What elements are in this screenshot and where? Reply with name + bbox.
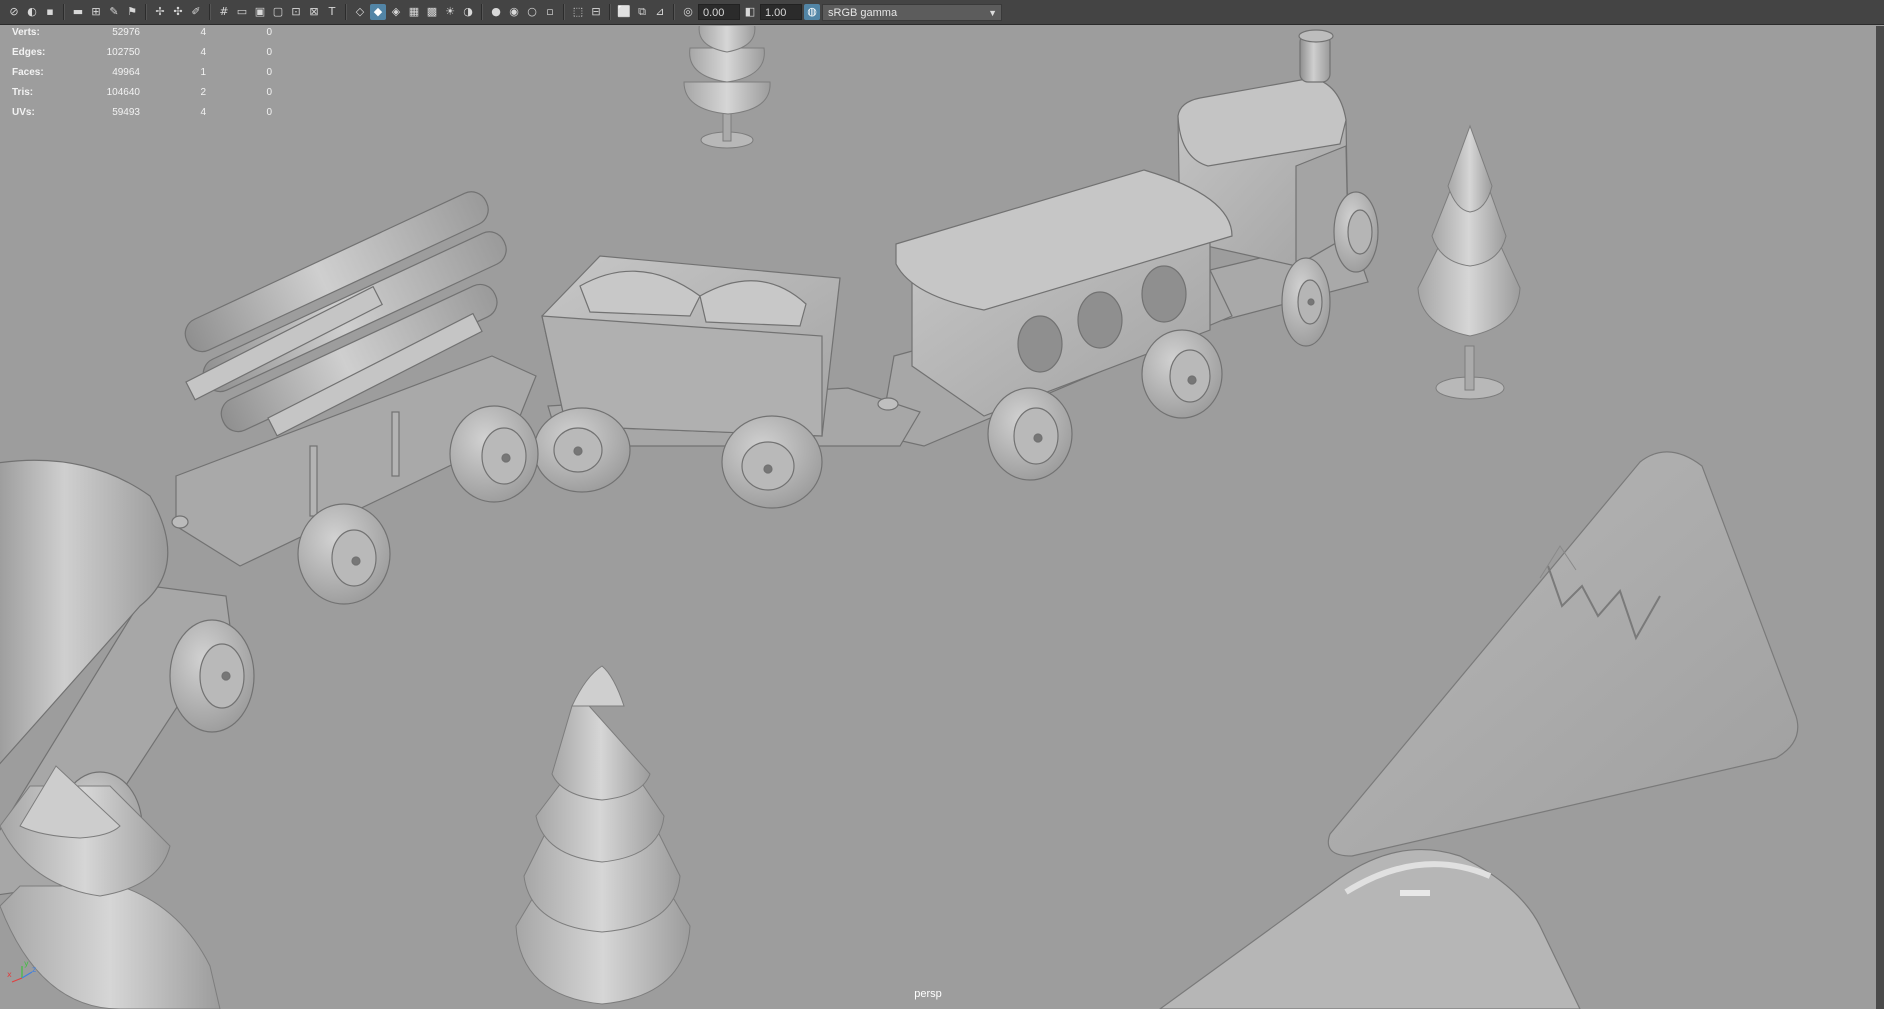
log-car-model[interactable] — [175, 187, 539, 605]
axis-gizmo-icon: x y z — [7, 959, 36, 983]
tree-model[interactable] — [515, 665, 691, 1005]
multisample-aa-icon[interactable]: ○ — [524, 4, 540, 20]
exposure-field[interactable]: 0.00 — [698, 4, 740, 20]
tree-model[interactable] — [683, 26, 771, 149]
camera-attributes-icon[interactable]: ◐ — [24, 4, 40, 20]
hud-verts-selected: 4 — [200, 27, 206, 38]
hud-uvs-total: 59493 — [112, 107, 140, 118]
wireframe-on-shaded-icon[interactable]: ◈ — [388, 4, 404, 20]
view-transform-dropdown[interactable]: sRGB gamma ▼ — [822, 3, 1002, 21]
toolbar-divider — [563, 4, 565, 20]
toolbar-divider — [345, 4, 347, 20]
hopper-car-model[interactable] — [533, 255, 921, 509]
table-row: Verts: 52976 4 0 — [12, 27, 272, 47]
viewport-side-edge — [1876, 26, 1884, 1009]
hud-tris-selected: 2 — [200, 87, 206, 98]
safe-action-icon[interactable]: ⊠ — [306, 4, 322, 20]
camera-name-label: persp — [914, 988, 942, 1000]
axis-x-label: x — [7, 970, 12, 979]
gamma-field[interactable]: 1.00 — [760, 4, 802, 20]
table-row: Tris: 104640 2 0 — [12, 87, 272, 107]
rotate-tool-icon[interactable]: ✣ — [170, 4, 186, 20]
isolate-select-icon[interactable]: ⬚ — [570, 4, 586, 20]
hud-edges-selected: 4 — [200, 47, 206, 58]
image-plane-icon[interactable]: ▬ — [70, 4, 86, 20]
toolbar-divider — [673, 4, 675, 20]
film-gate-icon[interactable]: ▭ — [234, 4, 250, 20]
move-tool-icon[interactable]: ✢ — [152, 4, 168, 20]
shadows-icon[interactable]: ◑ — [460, 4, 476, 20]
xray-icon[interactable]: ▩ — [424, 4, 440, 20]
two-d-pan-zoom-icon[interactable]: ⊞ — [88, 4, 104, 20]
hud-uvs-other: 0 — [266, 107, 272, 118]
toolbar-divider — [609, 4, 611, 20]
table-row: Faces: 49964 1 0 — [12, 67, 272, 87]
hud-faces-total: 49964 — [112, 67, 140, 78]
poly-count-table: Verts: 52976 4 0 Edges: 102750 4 0 Faces… — [12, 27, 272, 127]
scene-render — [0, 26, 1799, 1009]
grease-pencil-icon[interactable]: ✎ — [106, 4, 122, 20]
resolution-gate-icon[interactable]: ▣ — [252, 4, 268, 20]
perspective-viewport[interactable] — [0, 26, 1876, 1009]
poly-count-hud: Verts: 52976 4 0 Edges: 102750 4 0 Faces… — [12, 27, 272, 127]
bookmark-icon[interactable]: ▪ — [42, 4, 58, 20]
safe-title-icon[interactable]: T — [324, 4, 340, 20]
gamma-icon[interactable]: ◧ — [742, 4, 758, 20]
hud-verts-other: 0 — [266, 27, 272, 38]
hud-uvs-label: UVs: — [12, 107, 35, 118]
frame-all-icon[interactable]: ⧉ — [634, 4, 650, 20]
axis-z-label: z — [32, 965, 36, 974]
hud-verts-total: 52976 — [112, 27, 140, 38]
hud-tris-other: 0 — [266, 87, 272, 98]
screen-space-ao-icon[interactable]: ● — [488, 4, 504, 20]
hud-uvs-selected: 4 — [200, 107, 206, 118]
paint-tool-icon[interactable]: ✐ — [188, 4, 204, 20]
view-transform-value: sRGB gamma — [828, 6, 898, 19]
flag-icon[interactable]: ⚑ — [124, 4, 140, 20]
chevron-down-icon: ▼ — [988, 7, 997, 18]
mountain-model[interactable] — [1327, 451, 1799, 857]
viewport-toolbar: ⊘ ◐ ▪ ▬ ⊞ ✎ ⚑ ✢ ✣ ✐ # ▭ ▣ ▢ ⊡ ⊠ T ◇ ◆ ◈ … — [0, 0, 1884, 25]
table-row: UVs: 59493 4 0 — [12, 107, 272, 127]
field-chart-icon[interactable]: ⊡ — [288, 4, 304, 20]
table-row: Edges: 102750 4 0 — [12, 47, 272, 67]
axis-y-label: y — [24, 959, 29, 968]
frame-selection-icon[interactable]: ⬜ — [616, 4, 632, 20]
color-management-icon[interactable]: ◍ — [804, 4, 820, 20]
hud-verts-label: Verts: — [12, 27, 40, 38]
mountain-model[interactable] — [1158, 848, 1581, 1009]
grid-icon[interactable]: # — [216, 4, 232, 20]
wireframe-icon[interactable]: ◇ — [352, 4, 368, 20]
tree-model[interactable] — [1417, 124, 1521, 400]
hud-tris-label: Tris: — [12, 87, 34, 98]
hud-edges-total: 102750 — [106, 47, 140, 58]
passenger-car-model[interactable] — [879, 169, 1233, 481]
hud-edges-other: 0 — [266, 47, 272, 58]
toolbar-divider — [145, 4, 147, 20]
hud-faces-selected: 1 — [200, 67, 206, 78]
use-all-lights-icon[interactable]: ☀ — [442, 4, 458, 20]
gate-mask-icon[interactable]: ▢ — [270, 4, 286, 20]
hud-edges-label: Edges: — [12, 47, 46, 58]
hud-faces-other: 0 — [266, 67, 272, 78]
textured-icon[interactable]: ▦ — [406, 4, 422, 20]
xray-joints-icon[interactable]: ⊟ — [588, 4, 604, 20]
toolbar-divider — [481, 4, 483, 20]
motion-blur-icon[interactable]: ◉ — [506, 4, 522, 20]
exposure-icon[interactable]: ◎ — [680, 4, 696, 20]
select-camera-icon[interactable]: ⊘ — [6, 4, 22, 20]
smooth-shade-all-icon[interactable]: ◆ — [370, 4, 386, 20]
show-hud-icon[interactable]: ⊿ — [652, 4, 668, 20]
hud-tris-total: 104640 — [106, 87, 140, 98]
toolbar-divider — [209, 4, 211, 20]
depth-of-field-icon[interactable]: ▫ — [542, 4, 558, 20]
hud-faces-label: Faces: — [12, 67, 44, 78]
toolbar-divider — [63, 4, 65, 20]
